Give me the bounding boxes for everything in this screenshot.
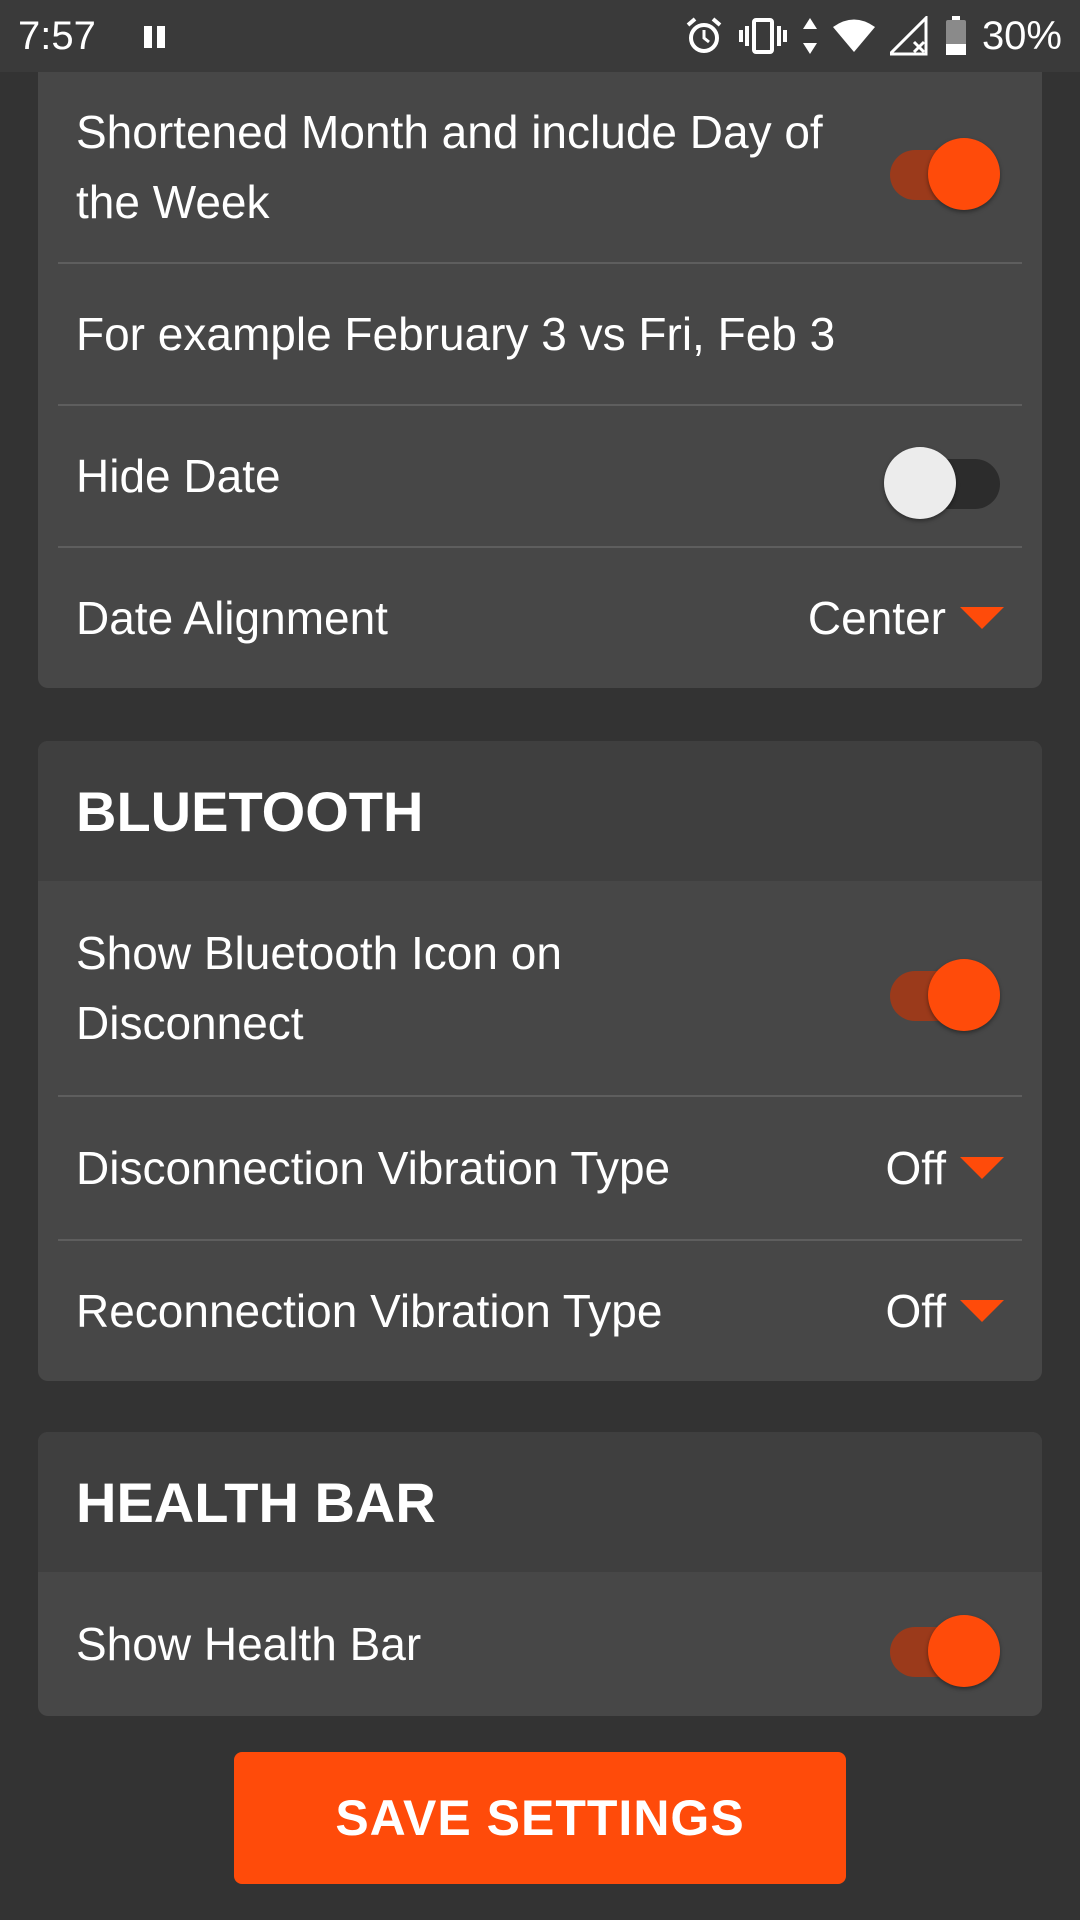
- row-label: Hide Date: [76, 450, 281, 502]
- row-label: Disconnection Vibration Type: [76, 1142, 671, 1194]
- date-example-text: For example February 3 vs Fri, Feb 3: [76, 308, 836, 360]
- show-health-bar-toggle[interactable]: [884, 1609, 1004, 1687]
- status-icons: 30%: [684, 14, 1062, 58]
- save-settings-button[interactable]: SAVE SETTINGS: [234, 1752, 846, 1884]
- pause-icon: [144, 26, 166, 48]
- reconnection-vibration-row[interactable]: Reconnection Vibration Type Off: [58, 1241, 1022, 1381]
- shortened-month-row[interactable]: Shortened Month and include Day of the W…: [58, 72, 1022, 264]
- chevron-down-icon[interactable]: [960, 1157, 1004, 1179]
- data-arrows-icon: [802, 18, 817, 54]
- show-bluetooth-icon-toggle[interactable]: [884, 953, 1004, 1031]
- health-bar-header: HEALTH BAR: [38, 1432, 1042, 1572]
- show-bluetooth-icon-row[interactable]: Show Bluetooth Icon on Disconnect: [58, 881, 1022, 1097]
- row-label: Show Bluetooth Icon on Disconnect: [76, 927, 562, 1049]
- bluetooth-card: BLUETOOTH Show Bluetooth Icon on Disconn…: [38, 741, 1042, 1381]
- settings-page: 7:57 30% Shortened Month and include Day…: [0, 0, 1080, 1920]
- show-health-bar-row[interactable]: Show Health Bar: [58, 1572, 1022, 1716]
- alarm-icon: [686, 17, 722, 53]
- date-example-row: For example February 3 vs Fri, Feb 3: [58, 264, 1022, 406]
- vibrate-icon: [738, 18, 787, 54]
- toggle-thumb: [928, 1615, 1000, 1687]
- battery-icon: [945, 16, 966, 55]
- toggle-thumb: [884, 447, 956, 519]
- shortened-month-toggle[interactable]: [884, 132, 1004, 210]
- row-label: Show Health Bar: [76, 1618, 422, 1670]
- toggle-thumb: [928, 959, 1000, 1031]
- date-alignment-row[interactable]: Date Alignment Center: [58, 548, 1022, 688]
- status-time: 7:57: [18, 14, 96, 58]
- hide-date-row[interactable]: Hide Date: [58, 406, 1022, 548]
- bluetooth-header: BLUETOOTH: [38, 741, 1042, 881]
- row-label: Shortened Month and include Day of the W…: [76, 106, 823, 228]
- date-card: Shortened Month and include Day of the W…: [38, 72, 1042, 688]
- battery-percent: 30%: [981, 13, 1062, 58]
- disconnection-vibration-row[interactable]: Disconnection Vibration Type Off: [58, 1097, 1022, 1241]
- row-label: Date Alignment: [76, 592, 388, 644]
- disconnection-vibration-value[interactable]: Off: [885, 1141, 946, 1195]
- chevron-down-icon[interactable]: [960, 1300, 1004, 1322]
- toggle-thumb: [928, 138, 1000, 210]
- hide-date-toggle[interactable]: [884, 441, 1004, 519]
- date-alignment-value[interactable]: Center: [808, 591, 946, 645]
- status-bar: 7:57 30%: [0, 0, 1080, 72]
- reconnection-vibration-value[interactable]: Off: [885, 1284, 946, 1338]
- signal-icon: [889, 16, 928, 56]
- health-bar-card: HEALTH BAR Show Health Bar: [38, 1432, 1042, 1716]
- chevron-down-icon[interactable]: [960, 607, 1004, 629]
- wifi-icon: [832, 19, 875, 52]
- row-label: Reconnection Vibration Type: [76, 1285, 663, 1337]
